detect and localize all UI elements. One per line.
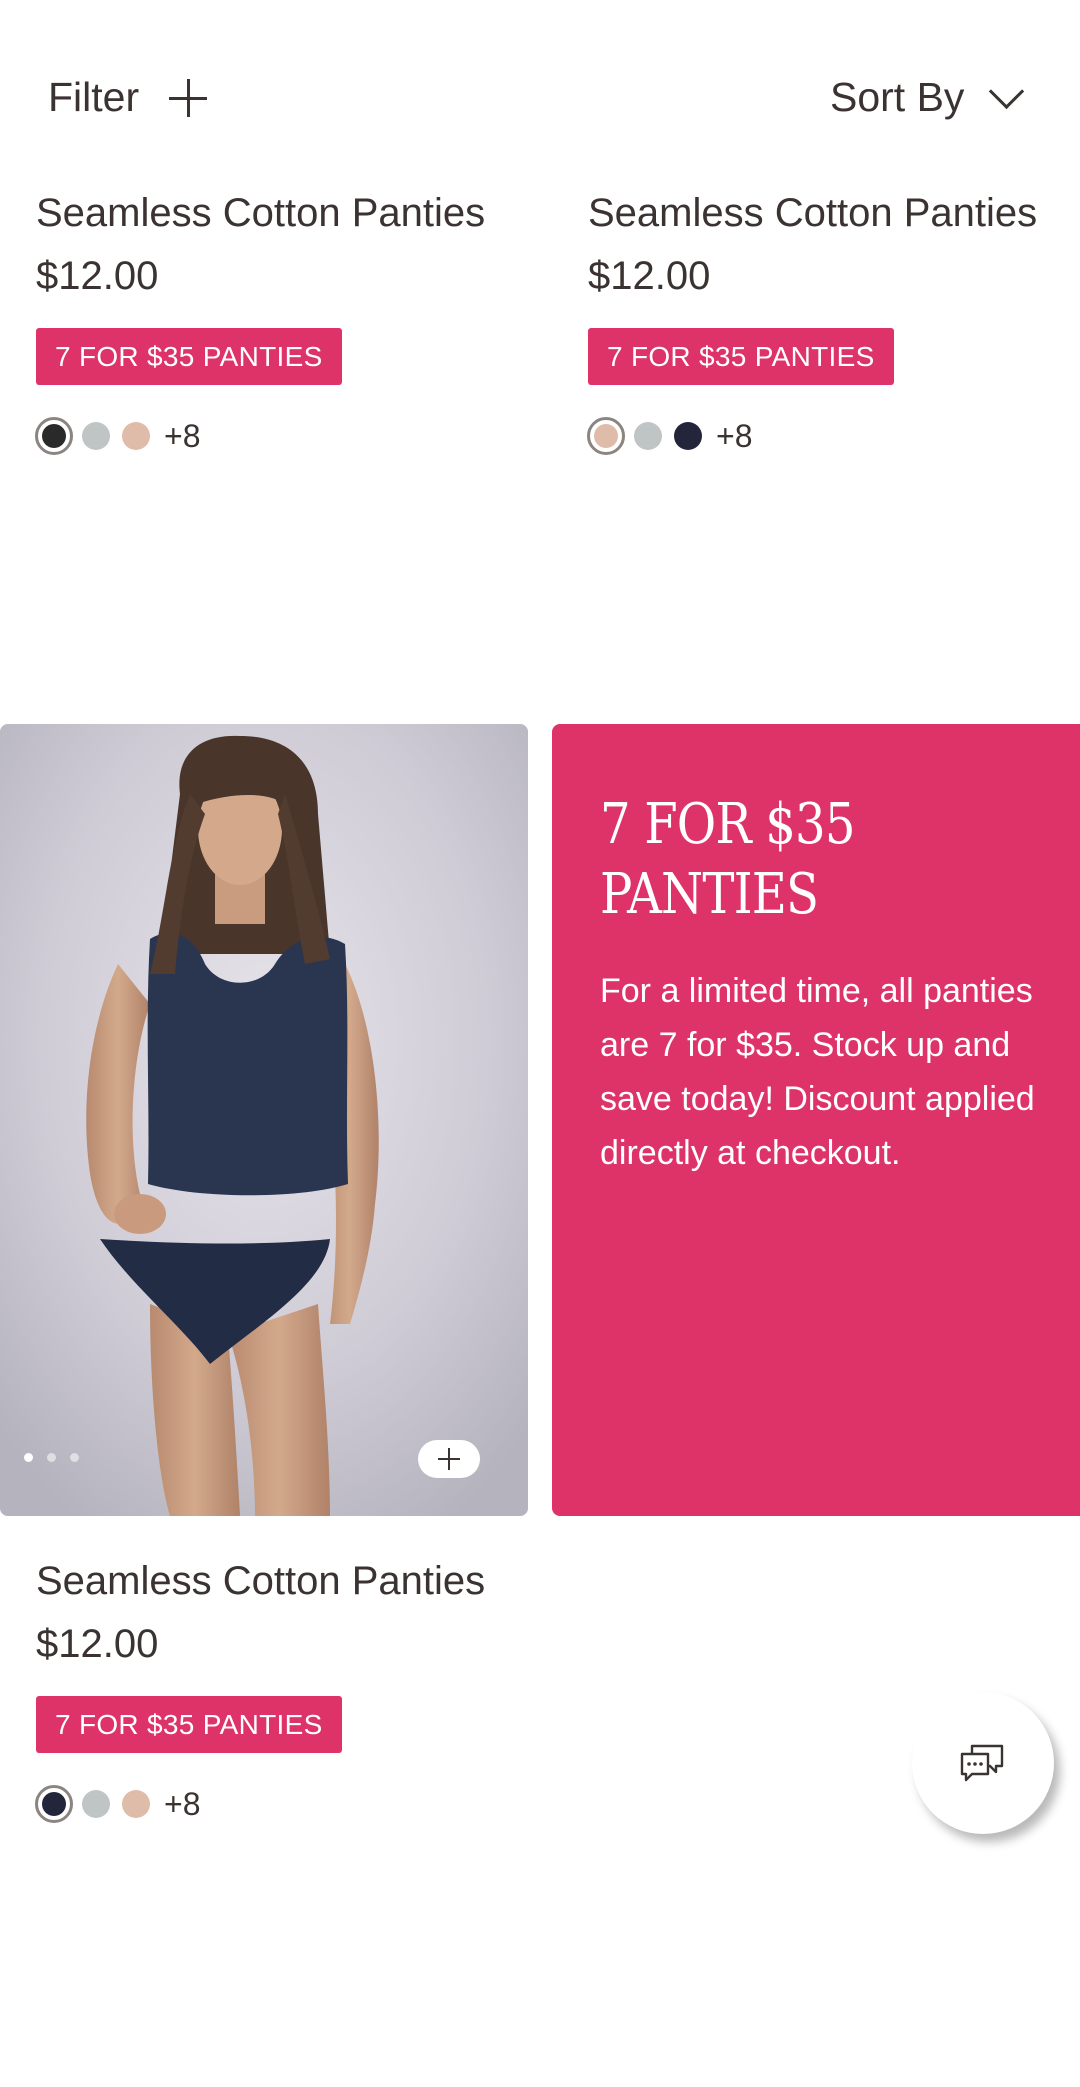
product-price: $12.00 bbox=[36, 254, 159, 298]
carousel-dot[interactable] bbox=[70, 1453, 79, 1462]
promo-title-line: PANTIES bbox=[600, 862, 819, 927]
chat-bubbles-icon bbox=[960, 1744, 1004, 1782]
chevron-down-icon bbox=[989, 73, 1025, 110]
image-carousel-dots bbox=[24, 1453, 93, 1462]
more-colors-link[interactable]: +8 bbox=[716, 418, 752, 455]
carousel-dot[interactable] bbox=[24, 1453, 33, 1462]
promo-tile[interactable]: 7 FOR $35 PANTIES For a limited time, al… bbox=[552, 724, 1080, 1516]
carousel-dot[interactable] bbox=[47, 1453, 56, 1462]
color-swatch[interactable] bbox=[35, 1785, 73, 1823]
product-price: $12.00 bbox=[36, 1622, 159, 1666]
product-name[interactable]: Seamless Cotton Panties bbox=[36, 182, 496, 245]
product-card[interactable]: Seamless Cotton Panties $12.00 7 FOR $35… bbox=[35, 182, 496, 455]
color-swatch[interactable] bbox=[122, 422, 150, 450]
more-colors-link[interactable]: +8 bbox=[164, 418, 200, 455]
product-card[interactable]: Seamless Cotton Panties $12.00 7 FOR $35… bbox=[35, 1550, 496, 1823]
color-swatch[interactable] bbox=[587, 417, 625, 455]
promo-badge[interactable]: 7 FOR $35 PANTIES bbox=[588, 328, 894, 385]
color-swatch[interactable] bbox=[634, 422, 662, 450]
color-swatch[interactable] bbox=[82, 1790, 110, 1818]
promo-description: For a limited time, all panties are 7 fo… bbox=[600, 972, 1035, 1172]
plus-icon bbox=[438, 1448, 460, 1470]
color-swatch[interactable] bbox=[122, 1790, 150, 1818]
promo-title: 7 FOR $35 PANTIES bbox=[600, 790, 978, 930]
product-name[interactable]: Seamless Cotton Panties bbox=[36, 1550, 496, 1613]
plus-icon bbox=[169, 78, 208, 117]
more-colors-link[interactable]: +8 bbox=[164, 1786, 200, 1823]
color-swatch[interactable] bbox=[82, 422, 110, 450]
product-photo-illustration bbox=[0, 724, 528, 1516]
color-swatch[interactable] bbox=[674, 422, 702, 450]
filter-button[interactable]: Filter bbox=[48, 74, 208, 121]
sort-by-label: Sort By bbox=[830, 74, 965, 120]
promo-badge[interactable]: 7 FOR $35 PANTIES bbox=[36, 328, 342, 385]
promo-title-line: 7 FOR $35 bbox=[600, 792, 855, 857]
product-name[interactable]: Seamless Cotton Panties bbox=[588, 182, 1048, 245]
product-price: $12.00 bbox=[588, 254, 711, 298]
sort-by-button[interactable]: Sort By bbox=[830, 73, 1025, 121]
product-image[interactable] bbox=[0, 724, 528, 1516]
color-swatches: +8 bbox=[35, 1785, 496, 1823]
filter-label: Filter bbox=[48, 74, 140, 120]
product-card[interactable]: Seamless Cotton Panties $12.00 7 FOR $35… bbox=[587, 182, 1048, 455]
promo-badge[interactable]: 7 FOR $35 PANTIES bbox=[36, 1696, 342, 1753]
color-swatches: +8 bbox=[35, 417, 496, 455]
color-swatches: +8 bbox=[587, 417, 1048, 455]
quick-add-button[interactable] bbox=[418, 1440, 480, 1478]
chat-button[interactable] bbox=[912, 1692, 1054, 1834]
color-swatch[interactable] bbox=[35, 417, 73, 455]
